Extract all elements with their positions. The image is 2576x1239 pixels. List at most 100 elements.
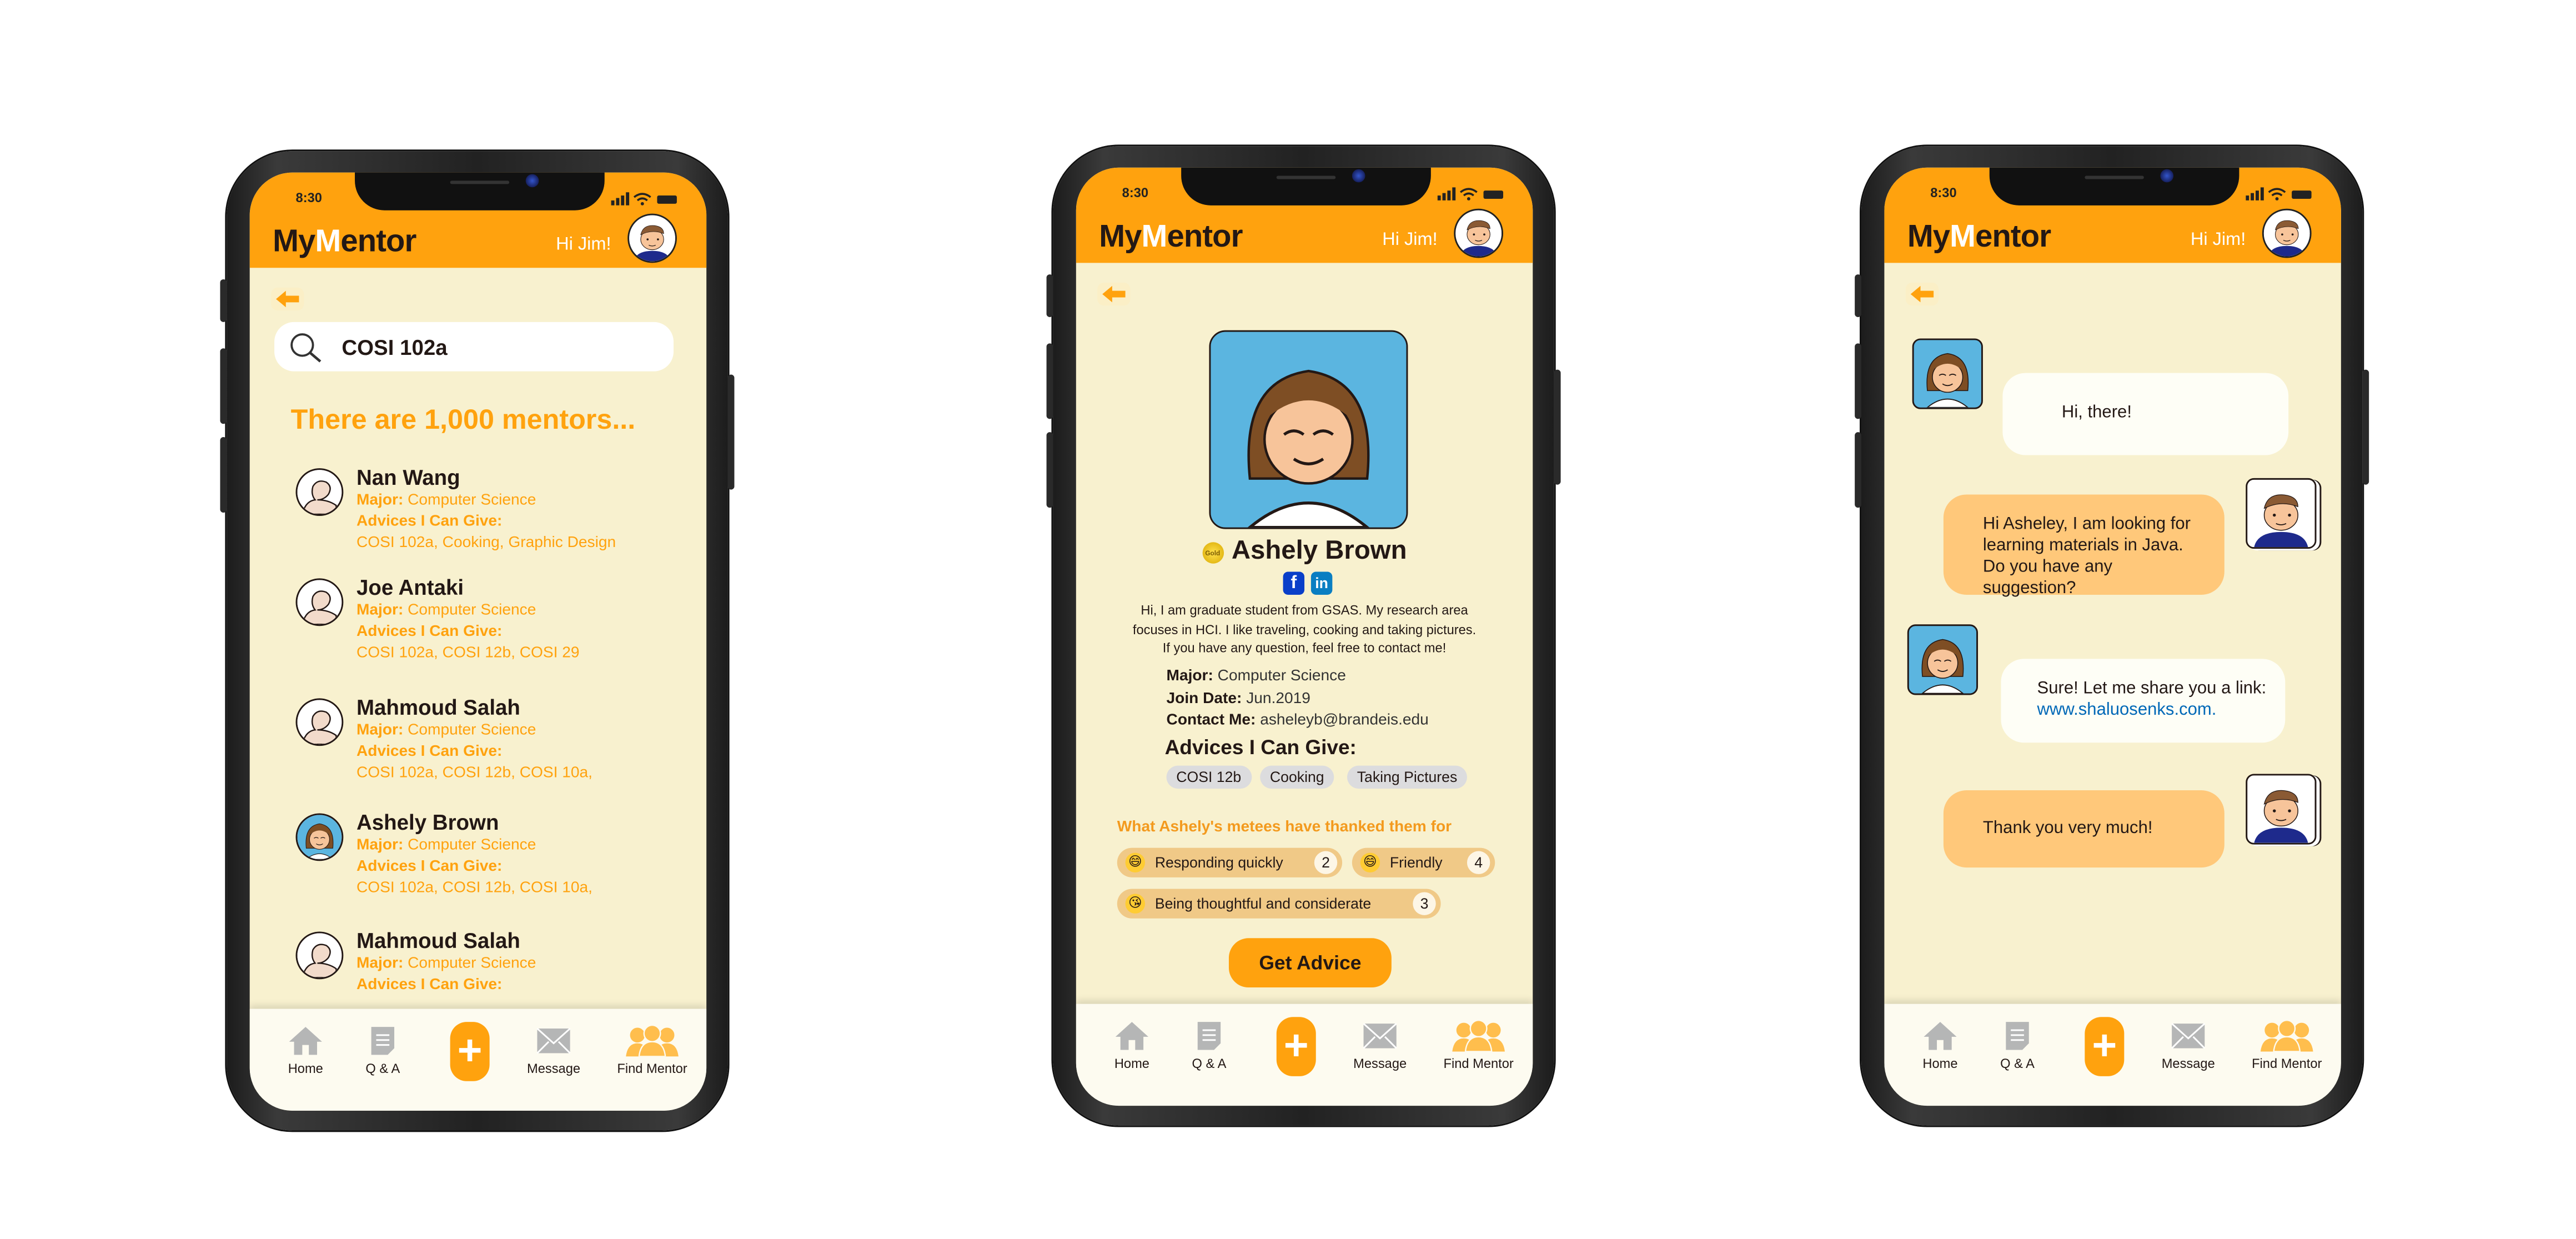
- nav-label: Q & A: [1192, 1056, 1227, 1071]
- greeting: Hi Jim!: [556, 235, 611, 255]
- back-button[interactable]: [1905, 282, 1939, 306]
- app-header: 8:30 MyMentor Hi Jim!: [1076, 167, 1533, 263]
- add-button[interactable]: +: [450, 1022, 490, 1081]
- nav-q-a[interactable]: Q & A: [1976, 1020, 2058, 1071]
- add-button[interactable]: +: [2085, 1017, 2125, 1076]
- nav-label: Find Mentor: [2252, 1056, 2322, 1071]
- user-avatar: [2246, 774, 2317, 845]
- mentor-name: Mahmoud Salah: [356, 928, 520, 953]
- chat-bubble-sent: Thank you very much!: [1943, 790, 2225, 868]
- nav-label: Message: [526, 1061, 581, 1076]
- mentor-name: Ashely Brown: [356, 810, 499, 835]
- mentor-details: Major: Computer Science Join Date: Jun.2…: [1167, 665, 1429, 732]
- gold-badge-icon: Gold: [1202, 542, 1224, 564]
- message-text: Hi, there!: [2061, 402, 2132, 423]
- thanks-heading: What Ashely's metees have thanked them f…: [1117, 818, 1452, 836]
- advice-list: COSI 102a, COSI 12b, COSI 10a,: [356, 764, 592, 782]
- profile-avatar-button[interactable]: [627, 213, 677, 263]
- advice-chip[interactable]: Cooking: [1260, 765, 1334, 789]
- get-advice-button[interactable]: Get Advice: [1228, 938, 1392, 988]
- boy-avatar-illustration: [2247, 775, 2315, 843]
- nav-label: Home: [1922, 1056, 1958, 1071]
- nav-label: Home: [1114, 1056, 1149, 1071]
- nav-message[interactable]: Message: [1339, 1020, 1421, 1071]
- advices-heading: Advices I Can Give:: [1164, 736, 1357, 759]
- advice-label: Advices I Can Give:: [356, 976, 503, 994]
- back-button[interactable]: [271, 287, 304, 311]
- mentor-photo: [1209, 330, 1408, 529]
- nav-label: Q & A: [2000, 1056, 2035, 1071]
- profile-screen: 8:30 MyMentor Hi Jim! Gold Ashely Brown f…: [1076, 167, 1533, 1106]
- bottom-nav: Home Q & A + Message Find Mentor: [249, 1009, 707, 1111]
- advice-chip[interactable]: COSI 12b: [1166, 765, 1251, 789]
- nav-message[interactable]: Message: [513, 1025, 595, 1076]
- nav-home[interactable]: Home: [1091, 1020, 1173, 1071]
- profile-avatar-button[interactable]: [2262, 208, 2312, 258]
- status-time: 8:30: [1122, 185, 1149, 200]
- kiss-emoji-icon: 😘: [1125, 894, 1146, 914]
- mentor-name: Ashely Brown: [1231, 537, 1407, 565]
- message-text: Thank you very much!: [1982, 818, 2153, 838]
- major-label: Major:: [356, 491, 404, 510]
- chat-bubble-received: Hi, there!: [2002, 373, 2289, 455]
- nav-home[interactable]: Home: [1899, 1020, 1981, 1071]
- nav-q-a[interactable]: Q & A: [1168, 1020, 1250, 1071]
- contact-label: Contact Me:: [1166, 711, 1256, 730]
- envelope-icon: [2147, 1020, 2229, 1051]
- people-icon: [2237, 1020, 2336, 1052]
- arrow-left-icon: [276, 290, 299, 308]
- join-date-value: Jun.2019: [1246, 689, 1310, 708]
- bio-line: If you have any question, feel free to c…: [1162, 640, 1447, 656]
- people-icon: [603, 1025, 702, 1057]
- search-screen: 8:30 MyMentor Hi Jim! COSI 102a There ar…: [249, 172, 707, 1111]
- chat-bubble-received: Sure! Let me share you a link: www.shaluo…: [2001, 659, 2286, 743]
- mentor-avatar: [295, 813, 344, 861]
- nav-find-mentor[interactable]: Find Mentor: [1429, 1020, 1528, 1071]
- nav-home[interactable]: Home: [264, 1025, 347, 1076]
- nav-label: Home: [288, 1061, 323, 1076]
- boy-avatar-illustration: [2247, 479, 2315, 548]
- bottom-nav: Home Q & A + Message Find Mentor: [1884, 1004, 2341, 1106]
- mentor-name-row: Gold Ashely Brown: [1076, 537, 1533, 566]
- nav-message[interactable]: Message: [2147, 1020, 2229, 1071]
- nav-find-mentor[interactable]: Find Mentor: [2237, 1020, 2336, 1071]
- nav-label: Message: [2161, 1056, 2215, 1071]
- search-query: COSI 102a: [342, 335, 448, 360]
- thanks-count: 4: [1467, 851, 1490, 874]
- back-button[interactable]: [1097, 282, 1131, 306]
- nav-label: Message: [1353, 1056, 1407, 1071]
- arrow-left-icon: [1910, 285, 1934, 303]
- major-label: Major:: [356, 721, 404, 740]
- nav-label: Find Mentor: [617, 1061, 687, 1076]
- major-label: Major:: [1166, 667, 1213, 685]
- bio-line: focuses in HCI. I like traveling, cookin…: [1132, 621, 1477, 637]
- contact-email[interactable]: asheleyb@brandeis.edu: [1260, 711, 1429, 730]
- advice-chip[interactable]: Taking Pictures: [1347, 765, 1468, 789]
- profile-avatar-button[interactable]: [1454, 208, 1504, 258]
- major-value: Computer Science: [408, 954, 536, 973]
- home-icon: [264, 1025, 347, 1056]
- app-logo: MyMentor: [273, 225, 416, 260]
- nav-q-a[interactable]: Q & A: [342, 1025, 424, 1076]
- mentor-name: Nan Wang: [356, 465, 460, 490]
- facebook-icon[interactable]: f: [1283, 571, 1305, 595]
- major-value: Computer Science: [408, 721, 536, 740]
- nav-label: Q & A: [365, 1061, 400, 1076]
- mentor-avatar: [295, 931, 344, 980]
- status-icons: [2246, 187, 2312, 200]
- add-button[interactable]: +: [1276, 1017, 1316, 1076]
- linkedin-icon[interactable]: in: [1310, 571, 1333, 595]
- camera-icon: [1352, 169, 1365, 183]
- mentor-avatar: [295, 578, 344, 626]
- chat-bubble-sent: Hi Asheley, I am looking for learning ma…: [1943, 494, 2225, 598]
- major-label: Major:: [356, 836, 404, 855]
- search-icon: [290, 333, 322, 363]
- mentor-avatar: [295, 698, 344, 746]
- search-input[interactable]: COSI 102a: [274, 322, 674, 372]
- shared-link[interactable]: www.shaluosenks.com.: [2037, 700, 2217, 720]
- status-icons: [1437, 187, 1504, 200]
- nav-find-mentor[interactable]: Find Mentor: [603, 1025, 702, 1076]
- phone-chat: 8:30 MyMentor Hi Jim! Hi, there! Hi Ashe…: [1855, 146, 2369, 1126]
- phone-profile: 8:30 MyMentor Hi Jim! Gold Ashely Brown f…: [1046, 146, 1561, 1126]
- thanks-pill: 😘 Being thoughtful and considerate 3: [1117, 889, 1441, 919]
